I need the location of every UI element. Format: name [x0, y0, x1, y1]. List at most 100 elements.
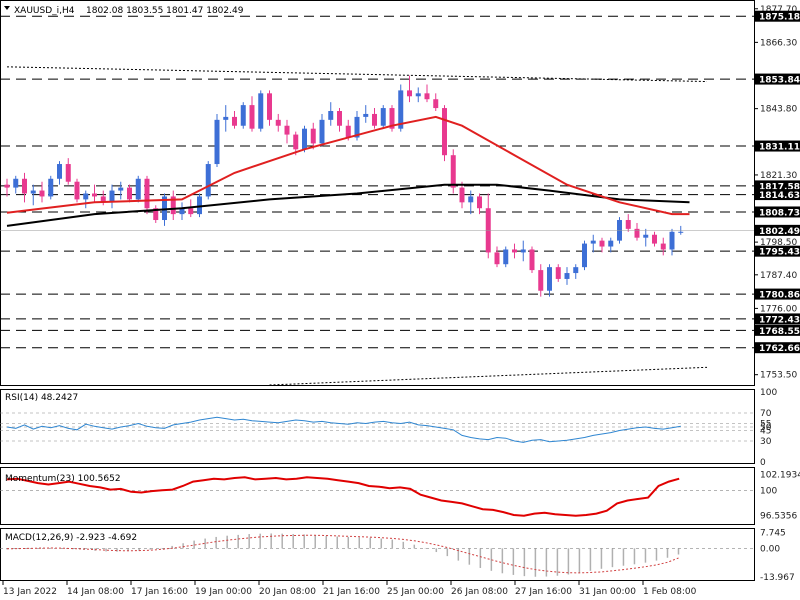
- price-tick-label: 1787.40: [760, 271, 797, 281]
- candle-body: [83, 193, 89, 200]
- candle: [65, 158, 71, 185]
- price-tick-label: 1821.30: [760, 171, 797, 181]
- candle-body: [205, 164, 211, 197]
- candle: [127, 184, 132, 203]
- candle-body: [468, 196, 474, 203]
- candle-body: [512, 249, 517, 253]
- chart-window[interactable]: 1877.70 1866.30 1843.80 1821.30 1798.50 1787.…: [0, 0, 800, 600]
- candle-body: [372, 113, 377, 126]
- level-tag-label: 1808.73: [759, 208, 800, 218]
- candle-body: [415, 93, 421, 97]
- level-tag-label: 1795.43: [759, 248, 800, 258]
- candle-body: [293, 134, 299, 150]
- level-tag-label: 1875.18: [759, 13, 800, 23]
- candle-body: [494, 252, 500, 265]
- candle-body: [249, 105, 255, 129]
- time-tick-label: 17 Jan 16:00: [131, 587, 188, 597]
- time-tick-label: 31 Jan 00:00: [579, 587, 636, 597]
- candle: [13, 175, 19, 194]
- triangle-down-icon[interactable]: [4, 6, 10, 10]
- candle-body: [4, 184, 10, 188]
- candle-body: [599, 240, 605, 247]
- candle: [284, 119, 290, 144]
- candle: [389, 105, 395, 132]
- rsi-tick-label: 70: [760, 409, 772, 419]
- momentum-label: Momentum(23) 100.5652: [5, 474, 121, 484]
- candle-body: [363, 113, 369, 117]
- candle: [468, 190, 474, 215]
- momentum-tick-label: 100: [760, 486, 777, 496]
- time-tick-label: 20 Jan 08:00: [259, 587, 316, 597]
- time-tick-label: 21 Jan 16:00: [323, 587, 380, 597]
- level-tag-label: 1762.66: [759, 344, 800, 354]
- candle: [555, 264, 561, 282]
- candle-body: [345, 125, 351, 138]
- ohlc-readout: 1802.08 1803.55 1801.47 1802.49: [86, 6, 244, 16]
- candle-body: [380, 108, 386, 126]
- candle: [337, 108, 342, 132]
- candle: [232, 111, 237, 129]
- level-tag-label: 1772.43: [759, 315, 800, 325]
- candle: [652, 231, 657, 247]
- candle-body: [57, 164, 62, 179]
- candle-body: [214, 119, 220, 165]
- candle: [547, 264, 552, 297]
- candle: [643, 228, 649, 247]
- candle: [477, 193, 482, 215]
- rsi-tick-label: 100: [760, 388, 777, 398]
- candle-body: [135, 178, 141, 200]
- candle-body: [582, 243, 587, 268]
- candle: [599, 237, 605, 253]
- candle-body: [459, 187, 465, 203]
- channel-line-lower: [269, 366, 708, 386]
- candle-body: [590, 240, 596, 244]
- candle: [424, 84, 430, 103]
- level-tag-label: 1831.11: [759, 143, 800, 153]
- candle-body: [424, 93, 430, 100]
- momentum-tick-label: 96.5356: [760, 511, 797, 521]
- candle-body: [13, 178, 19, 188]
- price-tick-label: 1866.30: [760, 38, 797, 48]
- level-tag-label: 1780.86: [759, 291, 800, 301]
- candle: [538, 264, 544, 297]
- candle-body: [118, 187, 124, 191]
- candle-body: [258, 93, 264, 129]
- level-tag-label: 1814.63: [759, 191, 800, 201]
- candle: [415, 87, 421, 103]
- candle-body: [573, 267, 579, 274]
- time-axis: 13 Jan 2022 14 Jan 08:00 17 Jan 16:00 19 Ja…: [2, 581, 697, 597]
- rsi-pane-border: [0, 389, 755, 464]
- candle: [625, 214, 631, 232]
- candle-body: [284, 125, 290, 135]
- chart-canvas[interactable]: 1877.701866.301843.801821.301798.501787.…: [0, 0, 800, 600]
- candle: [92, 184, 97, 203]
- candle: [450, 149, 456, 194]
- candle-body: [144, 178, 150, 209]
- candle-body: [564, 273, 570, 279]
- candle-body: [310, 128, 316, 144]
- candle: [564, 267, 570, 285]
- candle: [100, 190, 106, 206]
- candle: [660, 237, 666, 256]
- candle: [442, 105, 447, 162]
- candle-body: [538, 270, 544, 291]
- candle-body: [608, 240, 614, 247]
- current-price-label: 1802.49: [759, 227, 800, 237]
- rsi-line: [6, 416, 681, 443]
- candle-body: [503, 249, 509, 265]
- candle-body: [188, 208, 194, 215]
- candle: [380, 105, 386, 129]
- candle-body: [477, 196, 482, 209]
- level-tag-label: 1768.55: [759, 327, 800, 337]
- time-tick-label: 25 Jan 00:00: [387, 587, 444, 597]
- candle-body: [643, 234, 649, 238]
- candle-body: [442, 108, 447, 156]
- candle: [4, 178, 10, 197]
- candle-body: [660, 243, 666, 250]
- candle: [590, 234, 596, 253]
- candle-body: [328, 111, 334, 120]
- rsi-tick-label: 0: [760, 458, 766, 468]
- rsi-pane: 10070555045300: [0, 388, 777, 468]
- candle: [328, 102, 334, 126]
- candle: [144, 175, 150, 215]
